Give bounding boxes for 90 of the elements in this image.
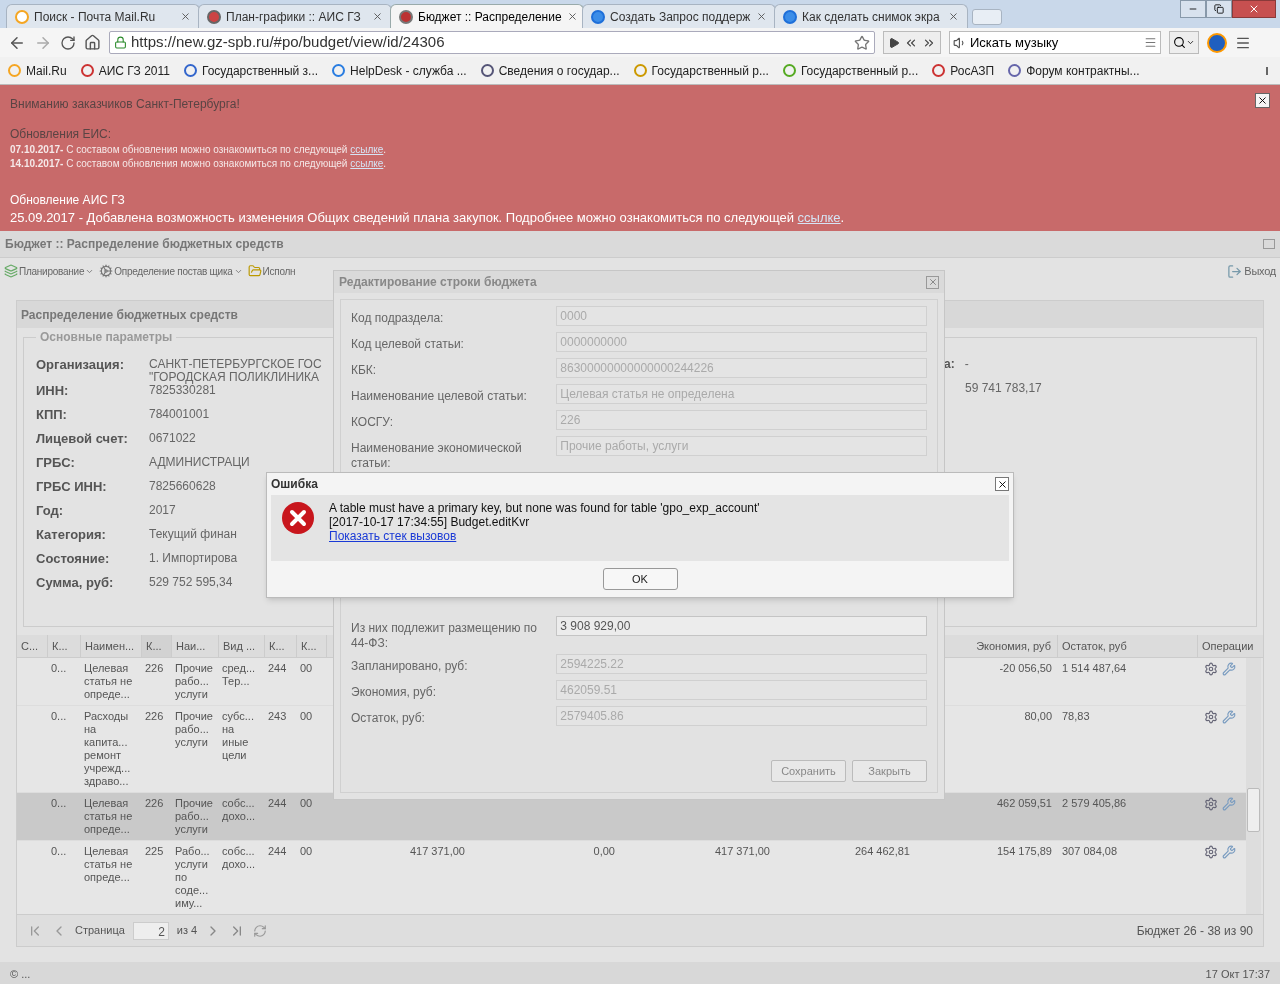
banner-title: Вниманию заказчиков Санкт-Петербурга! [10, 97, 240, 111]
dialog-title: Ошибка [271, 476, 318, 493]
table-cell: сред... Тер... [222, 662, 256, 687]
table-cell: Рабо... услуги по соде... иму... [175, 845, 210, 909]
field-value: 59 741 783,17 [965, 382, 1042, 395]
table-cell: Целевая статья не опреде... [84, 662, 133, 700]
field-label: Лицевой счет: [36, 431, 128, 446]
page-label: Страница [75, 923, 125, 939]
field-label: Организация: [36, 357, 124, 372]
field-value: 7825660628 [149, 479, 216, 493]
table-cell: Целевая статья не опреде... [84, 797, 133, 835]
field-label: Остаток, руб: [351, 711, 425, 725]
field-label: КОСГУ: [351, 415, 394, 429]
field-label: Код целевой статьи: [351, 337, 464, 351]
table-cell: 226 [145, 662, 164, 674]
table-cell: 0,00 [593, 845, 615, 857]
app-title: Бюджет :: Распределение бюджетных средств [5, 236, 284, 253]
field-value: 784001001 [149, 407, 210, 421]
field-label: Год: [36, 503, 64, 518]
table-cell: 0... [51, 797, 67, 809]
table-cell: 0... [51, 662, 67, 674]
field-label: КБК: [351, 363, 377, 377]
table-cell: 462 059,51 [996, 797, 1052, 809]
table-cell: 226 [145, 710, 164, 722]
record-summary: Бюджет 26 - 38 из 90 [1136, 922, 1253, 940]
eis-heading: Обновления ЕИС: [10, 127, 112, 141]
table-cell: 243 [268, 710, 287, 722]
table-cell: 307 084,08 [1062, 845, 1118, 857]
table-cell: -20 056,50 [999, 662, 1052, 674]
field-label: Из них подлежит размещению по 44-ФЗ: [351, 621, 538, 650]
copyright-text: © ... [10, 966, 31, 982]
update-note: 25.09.2017 - Добавлена возможность изменения Общих сведений плана закупок. Подробнее можно ознакомиться по следующей ссылке. [10, 210, 845, 225]
clock: 17 Окт 17:37 [1205, 966, 1270, 982]
field-label: КПП: [36, 407, 67, 422]
table-cell: 0... [51, 845, 67, 857]
field-value: 7825330281 [149, 383, 216, 397]
group-title: Основные параметры [39, 329, 174, 346]
table-cell: 80,00 [1024, 710, 1052, 722]
field-label: Категория: [36, 527, 106, 542]
table-cell: 1 514 487,64 [1062, 662, 1127, 674]
field-label: ГРБС: [36, 455, 75, 470]
table-cell: 00 [300, 797, 313, 809]
table-cell: 417 371,00 [714, 845, 770, 857]
table-cell: 00 [300, 845, 313, 857]
table-cell: Прочие рабо... услуги [175, 662, 213, 700]
table-cell: 0... [51, 710, 67, 722]
field-label: Состояние: [36, 551, 110, 566]
field-label: Наименование экономической статьи: [351, 441, 522, 470]
field-value: 1. Импортирова [149, 551, 238, 565]
field-label: ГРБС ИНН: [36, 479, 107, 494]
table-cell: 417 371,00 [409, 845, 465, 857]
table-cell: 225 [145, 845, 164, 857]
table-cell: 154 175,89 [996, 845, 1052, 857]
field-label: ИНН: [36, 383, 69, 398]
table-cell: собс... дохо... [222, 845, 256, 870]
update-note: 07.10.2017- С составом обновления можно ознакомиться по следующей ссылке. [10, 143, 388, 157]
field-value: САНКТ-ПЕТЕРБУРГСКОЕ ГОС "ГОРОДСКАЯ ПОЛИКЛИНИКА [149, 357, 322, 384]
error-message: A table must have a primary key, but none was found for table 'gpo_exp_account' [329, 501, 760, 515]
table-cell: собс... дохо... [222, 797, 256, 822]
field-value: - [964, 358, 969, 373]
table-cell: 00 [300, 710, 313, 722]
table-cell: 226 [145, 797, 164, 809]
table-cell: 78,83 [1062, 710, 1090, 722]
field-label: Экономия, руб: [351, 685, 436, 699]
table-cell: 00 [300, 662, 313, 674]
field-label: Запланировано, руб: [351, 659, 468, 673]
table-cell: Прочие рабо... услуги [175, 797, 213, 835]
table-cell: Прочие рабо... услуги [175, 710, 213, 748]
update-note: 14.10.2017- С составом обновления можно ознакомиться по следующей ссылке. [10, 157, 388, 171]
field-label: Сумма, руб: [36, 575, 114, 590]
table-cell: 244 [268, 662, 287, 674]
table-cell: субс... на иные цели [222, 710, 254, 761]
table-cell: Расходы на капита... ремонт учрежд... здраво... [84, 710, 131, 787]
field-value: АДМИНИСТРАЦИ [149, 455, 250, 469]
field-label: Наименование целевой статьи: [351, 389, 527, 403]
table-cell: 2 579 405,86 [1062, 797, 1127, 809]
dialog-title: Редактирование строки бюджета [339, 274, 537, 291]
error-detail: [2017-10-17 17:34:55] Budget.editKvr [329, 515, 531, 529]
field-value: 529 752 595,34 [149, 575, 233, 589]
field-value: Текущий финан [149, 527, 237, 541]
field-value: 0671022 [149, 431, 196, 445]
table-cell: 244 [268, 845, 287, 857]
ais-heading: Обновление АИС ГЗ [10, 193, 125, 207]
table-cell: 244 [268, 797, 287, 809]
field-value: 2017 [149, 503, 176, 517]
page-count: из 4 [176, 923, 198, 939]
table-cell: Целевая статья не опреде... [84, 845, 133, 883]
panel-title: Распределение бюджетных средств [21, 306, 238, 324]
field-label: Код подраздела: [351, 311, 444, 325]
table-cell: 264 462,81 [854, 845, 910, 857]
